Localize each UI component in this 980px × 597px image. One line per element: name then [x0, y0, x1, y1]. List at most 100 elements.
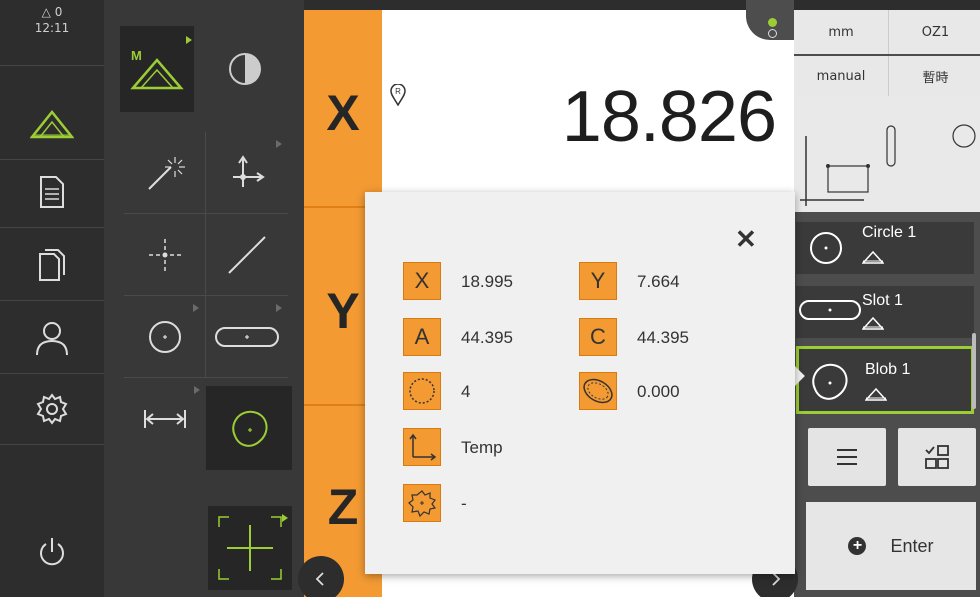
- plus-circle-icon: +: [848, 537, 867, 555]
- crosshair-add-icon: [218, 516, 282, 580]
- feature-label: Circle 1: [862, 224, 917, 241]
- measure-point-tool[interactable]: [124, 214, 206, 296]
- measure-line-tool[interactable]: [206, 214, 288, 296]
- svg-text:R: R: [395, 87, 401, 96]
- fit-algorithm-icon: [403, 484, 441, 522]
- submenu-indicator: [276, 304, 282, 312]
- circumference-value: 44.395: [637, 328, 689, 347]
- circumference-tile: C: [579, 318, 617, 356]
- select-features-button[interactable]: [898, 428, 976, 486]
- points-circle-icon: [403, 372, 441, 410]
- axis-point-icon: [233, 154, 265, 187]
- measure-slot-tool[interactable]: [206, 296, 288, 378]
- feature-list-scrollbar[interactable]: [972, 333, 976, 409]
- feature-preview: [794, 96, 980, 212]
- files-copy-icon: [39, 248, 65, 281]
- nav-measure[interactable]: [0, 88, 104, 160]
- status-leds: [746, 0, 794, 40]
- measure-triangle-icon: [862, 250, 884, 264]
- slot-icon: [799, 300, 861, 320]
- status-led-on: [768, 18, 777, 27]
- temp-button[interactable]: 暫時: [888, 56, 980, 96]
- nav-report[interactable]: [0, 156, 104, 228]
- clock: 12:11: [34, 21, 70, 35]
- gear-icon: [36, 392, 68, 425]
- area-tile: A: [403, 318, 441, 356]
- feature-label: Blob 1: [865, 361, 911, 378]
- preview-graphic: [800, 124, 976, 206]
- chevron-right-icon: [772, 572, 781, 586]
- measure-triangle-icon: [865, 387, 887, 401]
- feature-label: Slot 1: [862, 292, 903, 309]
- x-position-value: 18.826: [561, 77, 777, 157]
- measure-triangle-icon: [30, 109, 74, 138]
- measure-distance-tool[interactable]: [124, 378, 206, 460]
- tool-palette: M: [104, 0, 304, 597]
- chevron-left-icon: [315, 572, 324, 586]
- nav-settings[interactable]: [0, 373, 104, 445]
- nav-power[interactable]: [0, 516, 104, 588]
- main-menu: △ 0 12:11: [0, 0, 104, 597]
- nav-user-login[interactable]: [0, 302, 104, 374]
- top-border: [304, 0, 980, 10]
- feature-list-item[interactable]: Circle 1: [796, 222, 974, 274]
- blob-icon: [232, 410, 268, 447]
- fit-algorithm-value: -: [461, 494, 467, 513]
- status-area: △ 0 12:11: [0, 0, 104, 66]
- unit-button[interactable]: mm: [794, 10, 888, 54]
- list-view-button[interactable]: [808, 428, 886, 486]
- slot-icon: [215, 326, 279, 347]
- feature-list-item[interactable]: Slot 1: [796, 286, 974, 338]
- report-document-icon: [40, 175, 64, 208]
- coordinate-system-value: Temp: [461, 438, 503, 457]
- magic-wand-icon: [147, 156, 185, 190]
- point-crosshair-icon: [148, 238, 181, 271]
- point-count-value: 4: [461, 382, 471, 401]
- form-error-value: 0.000: [637, 382, 680, 401]
- blob-icon: [812, 363, 848, 400]
- circle-icon: [148, 320, 181, 353]
- submenu-indicator: [193, 304, 199, 312]
- coordinate-system-icon: [403, 428, 441, 466]
- axis-x-label[interactable]: X: [304, 84, 382, 142]
- close-icon[interactable]: ✕: [735, 224, 757, 255]
- submenu-indicator: [276, 140, 282, 148]
- contrast-icon: [229, 53, 261, 85]
- add-feature-button[interactable]: [208, 506, 292, 590]
- coordinate-system-button[interactable]: OZ1: [888, 10, 980, 54]
- measure-reference-tool[interactable]: [206, 132, 288, 214]
- distance-icon: [144, 410, 186, 428]
- measure-triangle-icon: [862, 316, 884, 330]
- submenu-indicator: [194, 386, 200, 394]
- select-grid-icon: [925, 445, 949, 469]
- measure-circle-tool[interactable]: [124, 296, 206, 378]
- power-icon: [40, 538, 64, 566]
- line-icon: [228, 235, 266, 274]
- collapse-left-button[interactable]: [298, 556, 344, 597]
- circle-icon: [810, 232, 842, 264]
- measure-m-icon: M: [130, 48, 184, 90]
- status-led-off: [768, 29, 777, 38]
- enter-button-label: Enter: [890, 535, 934, 556]
- measuring-mode-button[interactable]: manual: [794, 56, 888, 96]
- measure-magic-tool[interactable]: [124, 132, 206, 214]
- x-coordinate-value: 18.995: [461, 272, 513, 291]
- svg-text:M: M: [131, 48, 142, 63]
- feature-list-item-selected[interactable]: Blob 1: [796, 346, 974, 414]
- list-icon: [837, 449, 857, 465]
- submenu-indicator: [282, 514, 288, 522]
- form-error-icon: [579, 372, 617, 410]
- warning-count[interactable]: △ 0: [0, 4, 104, 20]
- triangle-outline-icon: △: [41, 5, 51, 19]
- nav-file-management[interactable]: [0, 229, 104, 301]
- enter-button[interactable]: + Enter: [806, 502, 976, 590]
- measure-blob-tool[interactable]: [206, 386, 292, 470]
- manual-measurement-tool[interactable]: M: [120, 26, 194, 112]
- submenu-indicator: [186, 36, 192, 44]
- area-value: 44.395: [461, 328, 513, 347]
- contrast-tool[interactable]: [204, 28, 286, 110]
- x-coordinate-tile: X: [403, 262, 441, 300]
- reference-marker-icon: R: [390, 83, 406, 110]
- user-icon: [36, 321, 68, 355]
- y-coordinate-value: 7.664: [637, 272, 680, 291]
